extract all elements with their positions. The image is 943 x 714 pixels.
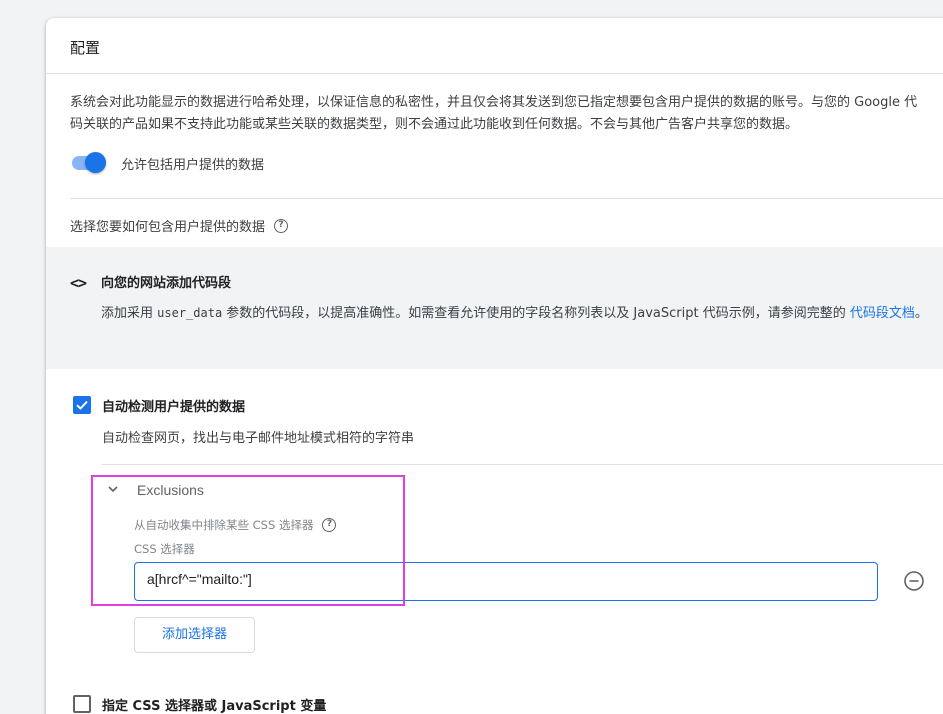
snippet-option-panel[interactable]: <> 向您的网站添加代码段 添加采用 user_data 参数的代码段，以提高准…	[46, 247, 943, 369]
specify-selector-checkbox[interactable]	[73, 695, 91, 713]
exclusions-subtitle-row: 从自动收集中排除某些 CSS 选择器 ?	[134, 517, 337, 533]
allow-user-data-toggle[interactable]	[70, 152, 106, 174]
help-circle-icon[interactable]: ?	[274, 218, 289, 233]
exclusions-subtitle: 从自动收集中排除某些 CSS 选择器	[134, 518, 314, 532]
css-selector-input[interactable]: a[hrcf^="mailto:"]	[134, 562, 878, 601]
divider	[70, 198, 943, 199]
snippet-option-description: 添加采用 user_data 参数的代码段，以提高准确性。如需查看允许使用的字段…	[101, 301, 931, 326]
choose-method-label: 选择您要如何包含用户提供的数据	[70, 220, 266, 235]
divider	[102, 464, 943, 465]
allow-user-data-row: 允许包括用户提供的数据	[70, 152, 264, 174]
snippet-desc-text-1: 添加采用	[101, 306, 158, 321]
privacy-description: 系统会对此功能显示的数据进行哈希处理，以保证信息的私密性，并且仅会将其发送到您已…	[70, 95, 918, 132]
auto-detect-checkbox[interactable]	[73, 396, 91, 414]
snippet-docs-link[interactable]: 代码段文档	[850, 306, 915, 321]
toggle-thumb	[85, 152, 106, 173]
remove-circle-icon[interactable]	[903, 570, 925, 592]
user-data-code: user_data	[157, 306, 223, 320]
snippet-desc-text-3: 。	[914, 306, 928, 321]
css-selector-label: CSS 选择器	[134, 542, 195, 556]
add-selector-button[interactable]: 添加选择器	[134, 617, 255, 653]
allow-user-data-label: 允许包括用户提供的数据	[121, 157, 265, 173]
snippet-option-title: 向您的网站添加代码段	[101, 276, 232, 291]
choose-method-row: 选择您要如何包含用户提供的数据 ?	[70, 216, 289, 235]
checkmark-icon	[76, 400, 88, 410]
auto-detect-description: 自动检查网页，找出与电子邮件地址模式相符的字符串	[102, 431, 415, 446]
snippet-desc-text-2: 参数的代码段，以提高准确性。如需查看允许使用的字段名称列表以及 JavaScri…	[222, 306, 850, 321]
configuration-card: 配置 系统会对此功能显示的数据进行哈希处理，以保证信息的私密性，并且仅会将其发送…	[46, 18, 943, 714]
auto-detect-label: 自动检测用户提供的数据	[102, 400, 246, 415]
specify-selector-label: 指定 CSS 选择器或 JavaScript 变量	[102, 699, 327, 714]
exclusions-title[interactable]: Exclusions	[137, 482, 204, 498]
help-circle-icon[interactable]: ?	[322, 518, 337, 532]
code-brackets-icon: <>	[70, 274, 87, 292]
chevron-down-icon[interactable]	[106, 484, 120, 494]
card-title: 配置	[46, 18, 943, 74]
